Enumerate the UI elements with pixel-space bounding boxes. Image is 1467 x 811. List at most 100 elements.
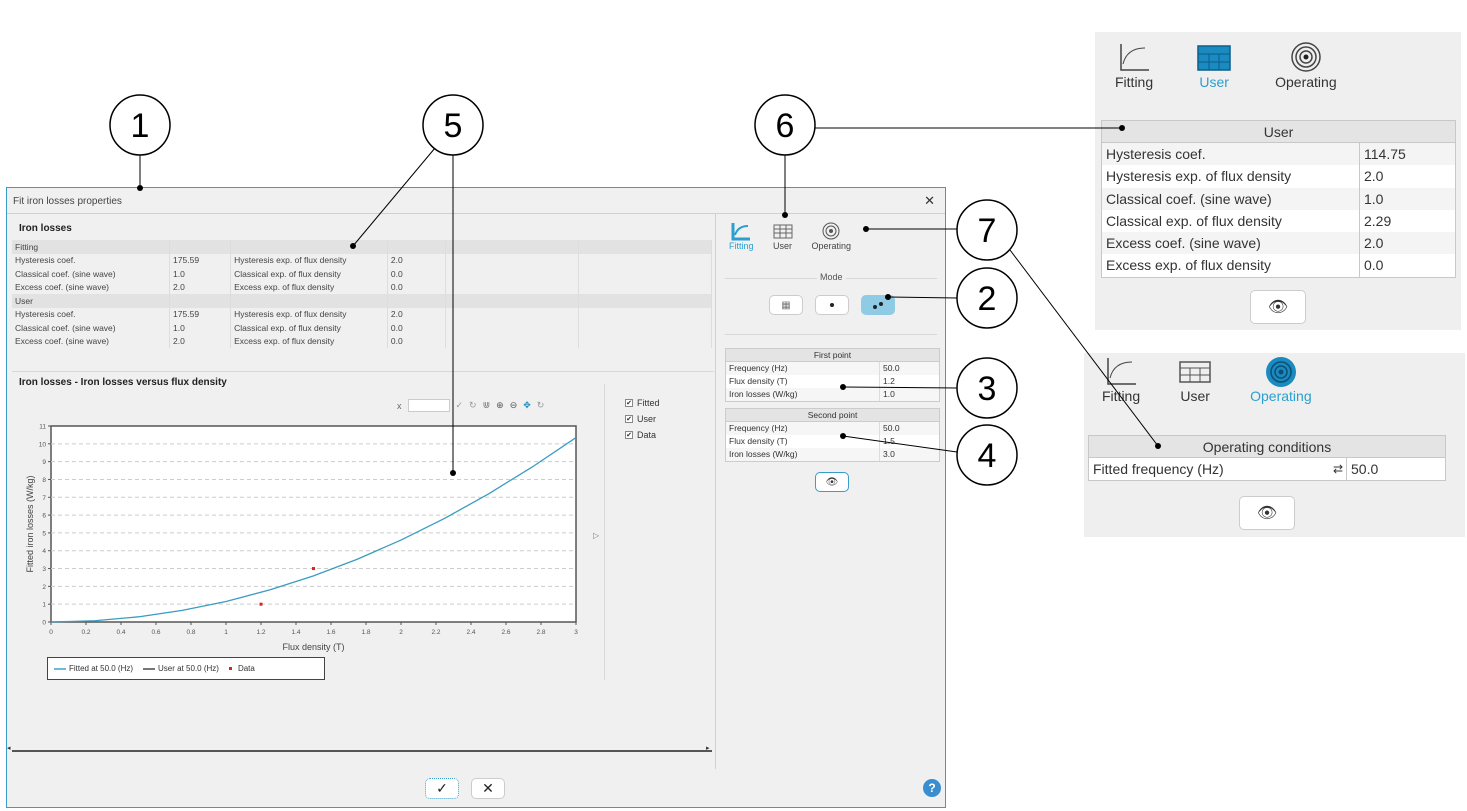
reset-icon[interactable]: ↻: [469, 400, 477, 411]
y-tick-label: 6: [42, 513, 46, 520]
close-x-icon: ✕: [482, 780, 494, 796]
swap-arrows-icon[interactable]: ⇄: [1333, 458, 1343, 480]
scroll-left-icon[interactable]: ◂: [7, 744, 11, 752]
table-row: Excess coef. (sine wave) 2.0 Excess exp. o…: [12, 334, 712, 348]
tab-fitting[interactable]: Fitting: [1102, 356, 1140, 404]
callout-label: 1: [131, 107, 150, 145]
operating-table-title: Operating conditions: [1089, 436, 1445, 458]
tab-user[interactable]: User: [1195, 42, 1233, 90]
coef-value: 2.0: [387, 307, 447, 321]
row-value[interactable]: 50.0: [880, 422, 900, 435]
fitted-frequency-value[interactable]: 50.0: [1347, 458, 1378, 480]
row-value[interactable]: 2.0: [1360, 232, 1383, 254]
row-label: Excess coef. (sine wave): [1102, 232, 1360, 255]
table-row: Classical exp. of flux density 2.29: [1102, 209, 1455, 233]
row-value[interactable]: 0.0: [1360, 254, 1383, 276]
tab-operating[interactable]: Operating: [1250, 356, 1312, 404]
table-row: Flux density (T) 1.2: [726, 375, 939, 388]
x-input[interactable]: [407, 399, 450, 412]
row-value[interactable]: 114.75: [1360, 143, 1406, 165]
callout-label: 6: [776, 107, 795, 145]
eye-magnifier-icon: 👁: [1267, 299, 1289, 316]
first-point-title: First point: [726, 349, 939, 362]
plot-area: [50, 425, 577, 623]
two-dots-icon: [873, 302, 883, 309]
apply-check-icon[interactable]: ✓: [456, 400, 464, 411]
tab-user[interactable]: User: [1178, 356, 1212, 404]
row-value[interactable]: 1.5: [880, 435, 895, 448]
coef-label: Excess exp. of flux density: [230, 334, 388, 348]
row-label: Hysteresis exp. of flux density: [1102, 165, 1360, 188]
table-row: Iron losses (W/kg) 1.0: [726, 388, 939, 401]
divider: [725, 334, 937, 335]
empty-cell: [445, 280, 580, 294]
checkbox-data[interactable]: ✔ Data: [625, 430, 660, 440]
table-row: Classical coef. (sine wave) 1.0: [1102, 187, 1455, 210]
tab-fitting[interactable]: Fitting: [729, 221, 754, 251]
legend-fitted-swatch: [54, 667, 66, 670]
zoom-out-icon[interactable]: ⊖: [510, 400, 518, 411]
magnet-icon[interactable]: ⋓: [483, 400, 491, 411]
row-value[interactable]: 2.29: [1360, 210, 1391, 232]
tab-operating[interactable]: Operating: [1275, 42, 1337, 90]
preview-button[interactable]: 👁: [1239, 496, 1295, 530]
row-value[interactable]: 2.0: [1360, 165, 1383, 187]
scroll-right-icon[interactable]: ▸: [706, 744, 710, 752]
x-tick-label: 1.6: [326, 629, 335, 636]
coef-value: 2.0: [169, 280, 232, 294]
checkbox-fitted[interactable]: ✔ Fitted: [625, 398, 660, 408]
callout-6: [754, 94, 816, 156]
preview-button[interactable]: 👁: [815, 472, 849, 492]
preview-button[interactable]: 👁: [1250, 290, 1306, 324]
coef-value: 175.59: [169, 307, 232, 321]
row-label: Classical exp. of flux density: [1102, 209, 1360, 233]
help-icon[interactable]: ?: [923, 779, 941, 797]
row-value[interactable]: 50.0: [880, 362, 900, 375]
table-icon: [773, 224, 793, 239]
checkbox-user[interactable]: ✔ User: [625, 414, 660, 424]
cancel-button[interactable]: ✕: [471, 778, 505, 799]
row-label: Iron losses (W/kg): [726, 388, 880, 401]
empty-cell: [445, 267, 580, 281]
refresh-icon[interactable]: ↻: [537, 400, 545, 411]
close-icon[interactable]: ✕: [924, 193, 935, 209]
row-value[interactable]: 3.0: [880, 448, 895, 461]
mode-table-button[interactable]: ▦: [769, 295, 803, 315]
coef-value: 0.0: [387, 267, 447, 281]
tab-operating[interactable]: Operating: [812, 221, 851, 251]
pan-icon[interactable]: ✥: [523, 400, 531, 411]
table-row: Excess exp. of flux density 0.0: [1102, 254, 1455, 277]
callout-3: [956, 357, 1018, 419]
first-point-table: First point Frequency (Hz) 50.0 Flux densi…: [725, 348, 940, 402]
table-row: Classical coef. (sine wave) 1.0 Classical …: [12, 267, 712, 281]
divider: [604, 384, 605, 680]
divider: [12, 371, 714, 372]
operating-conditions-table: Operating conditions Fitted frequency (H…: [1088, 435, 1446, 482]
row-value[interactable]: 1.0: [880, 388, 895, 401]
coef-label: Excess coef. (sine wave): [12, 334, 171, 348]
ok-button[interactable]: ✓: [425, 778, 459, 799]
tab-user[interactable]: User: [772, 221, 794, 251]
coef-value: 0.0: [387, 280, 447, 294]
dialog-title-bar: Fit iron losses properties: [7, 188, 945, 214]
y-tick-label: 10: [39, 441, 47, 448]
x-tick-label: 3: [574, 629, 578, 636]
target-icon: [1265, 357, 1296, 387]
tab-fitting[interactable]: Fitting: [1115, 42, 1153, 90]
chart-legend: Fitted at 50.0 (Hz) User at 50.0 (Hz) Da…: [47, 657, 325, 680]
coef-label: Classical coef. (sine wave): [12, 267, 171, 281]
zoom-in-icon[interactable]: ⊕: [496, 400, 504, 411]
panel-user-tabs: Fitting User Operating: [1115, 42, 1337, 90]
row-value[interactable]: 1.2: [880, 375, 895, 388]
mode-single-point-button[interactable]: [815, 295, 849, 315]
horizontal-scrollbar[interactable]: [12, 750, 712, 752]
mode-two-points-button[interactable]: [861, 295, 895, 315]
coef-value: 2.0: [169, 334, 232, 348]
row-label: Frequency (Hz): [726, 362, 880, 375]
coef-label: Hysteresis exp. of flux density: [230, 253, 388, 267]
callout-7: [956, 199, 1018, 261]
callout-label: 2: [978, 280, 997, 318]
coef-value: 2.0: [387, 253, 447, 267]
row-label: Classical coef. (sine wave): [1102, 187, 1360, 210]
row-value[interactable]: 1.0: [1360, 188, 1383, 210]
